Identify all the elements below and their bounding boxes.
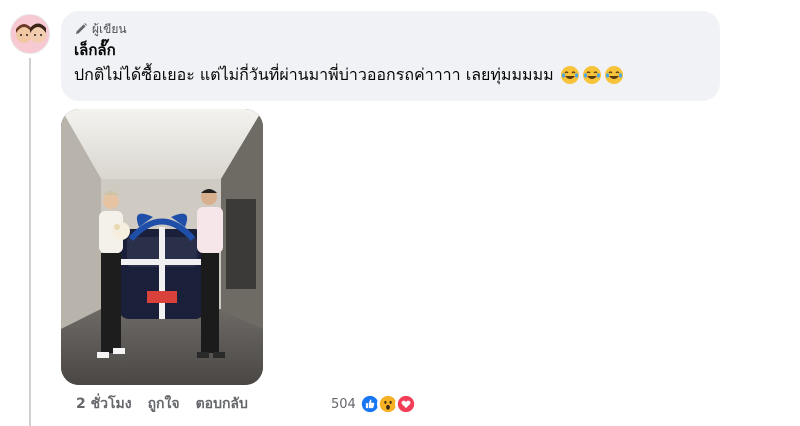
- author-badge: ผู้เขียน: [74, 20, 707, 38]
- comment-text: ปกติไม่ได้ซื้อเยอะ แต่ไม่กี่วันที่ผ่านมา…: [74, 65, 554, 84]
- comment-photo[interactable]: [61, 109, 263, 385]
- thread-line: [29, 58, 31, 426]
- author-badge-label: ผู้เขียน: [92, 21, 127, 36]
- laughing-emoji-icon: [560, 66, 579, 84]
- pencil-icon: [76, 23, 87, 34]
- reaction-count: 504: [331, 396, 356, 412]
- reply-button[interactable]: ตอบกลับ: [196, 393, 248, 415]
- like-button[interactable]: ถูกใจ: [148, 393, 180, 415]
- author-name[interactable]: เล็กลั๊ก: [74, 40, 707, 60]
- comment-text-row: ปกติไม่ได้ซื้อเยอะ แต่ไม่กี่วันที่ผ่านมา…: [74, 63, 707, 87]
- emoji-row: [560, 65, 624, 85]
- love-icon: [394, 393, 417, 415]
- comment-bubble: ผู้เขียน เล็กลั๊ก ปกติไม่ได้ซื้อเยอะ แต่…: [61, 11, 720, 101]
- laughing-emoji-icon: [604, 66, 623, 84]
- comment-actions: 2 ชั่วโมง ถูกใจ ตอบกลับ: [76, 393, 264, 415]
- avatar[interactable]: [10, 14, 50, 54]
- timestamp[interactable]: 2 ชั่วโมง: [76, 393, 132, 415]
- reaction-summary[interactable]: 504: [331, 391, 417, 417]
- laughing-emoji-icon: [582, 66, 601, 84]
